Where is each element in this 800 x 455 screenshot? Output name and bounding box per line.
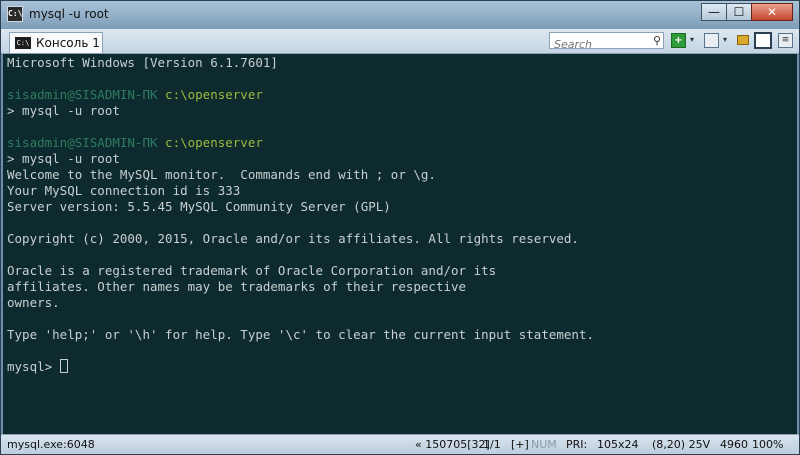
window-toggle-icon[interactable] [754, 32, 772, 49]
terminal-line: Microsoft Windows [Version 6.1.7601] [7, 55, 278, 70]
status-position: « 150705[32] [415, 438, 490, 451]
terminal-line: Server version: 5.5.45 MySQL Community S… [7, 199, 391, 214]
console-window: C:\ mysql -u root — ☐ ✕ C:\ Консоль 1 ⚲ … [0, 0, 800, 455]
terminal-prompt: sisadmin@SISADMIN-ПК c:\openserver [7, 135, 263, 151]
status-cursor: (8,20) 25V [652, 438, 711, 451]
lock-icon[interactable] [737, 35, 749, 45]
mysql-prompt-line[interactable]: mysql> [7, 359, 68, 375]
status-process[interactable]: mysql.exe:6048 [7, 438, 95, 451]
title-bar[interactable]: C:\ mysql -u root — ☐ ✕ [1, 1, 799, 29]
status-zoom: 100% [752, 438, 784, 451]
add-console-icon[interactable]: + [671, 33, 686, 48]
dropdown-icon[interactable]: ▾ [687, 33, 697, 48]
status-num: NUM [531, 438, 557, 451]
console-tab-icon: C:\ [15, 37, 31, 49]
window-controls: — ☐ ✕ [701, 3, 793, 22]
terminal-line: owners. [7, 295, 60, 310]
terminal-line: affiliates. Other names may be trademark… [7, 279, 467, 294]
close-button[interactable]: ✕ [751, 3, 793, 21]
status-pri: PRI: [566, 438, 588, 451]
terminal-line: Oracle is a registered trademark of Orac… [7, 263, 497, 278]
terminal-line: > mysql -u root [7, 103, 120, 118]
search-box: ⚲ [549, 32, 664, 52]
status-mode: [+] [511, 438, 529, 451]
prompt-user: sisadmin@SISADMIN-ПК [7, 87, 158, 102]
status-size: 105x24 [597, 438, 639, 451]
status-bar: mysql.exe:6048 « 150705[32] 1/1 [+] NUM … [1, 434, 799, 454]
terminal-line: Type 'help;' or '\h' for help. Type '\c'… [7, 327, 594, 342]
search-icon[interactable]: ⚲ [653, 34, 661, 48]
maximize-button[interactable]: ☐ [726, 3, 752, 21]
status-pid: 4960 [720, 438, 748, 451]
terminal-prompt: sisadmin@SISADMIN-ПК c:\openserver [7, 87, 263, 103]
terminal-output[interactable]: Microsoft Windows [Version 6.1.7601] sis… [3, 54, 797, 434]
terminal-line: Your MySQL connection id is 333 [7, 183, 241, 198]
tab-label: Консоль 1 [36, 36, 100, 50]
console-view-icon[interactable] [704, 33, 719, 48]
minimize-button[interactable]: — [701, 3, 727, 21]
dropdown-icon[interactable]: ▾ [720, 33, 730, 48]
prompt-user: sisadmin@SISADMIN-ПК [7, 135, 158, 150]
menu-icon[interactable]: ≡ [778, 33, 793, 48]
status-page: 1/1 [483, 438, 501, 451]
toolbar: C:\ Консоль 1 ⚲ + ▾ ▾ ≡ [1, 29, 799, 54]
search-input[interactable] [550, 37, 644, 52]
text-cursor [59, 359, 68, 373]
mysql-prompt: mysql> [7, 359, 60, 374]
prompt-path: c:\openserver [165, 87, 263, 102]
terminal-line: Welcome to the MySQL monitor. Commands e… [7, 167, 436, 182]
terminal-line: > mysql -u root [7, 151, 120, 166]
console-app-icon: C:\ [7, 6, 23, 22]
window-title: mysql -u root [29, 7, 109, 21]
prompt-path: c:\openserver [165, 135, 263, 150]
terminal-line: Copyright (c) 2000, 2015, Oracle and/or … [7, 231, 579, 246]
tab-console-1[interactable]: C:\ Консоль 1 [9, 32, 103, 53]
